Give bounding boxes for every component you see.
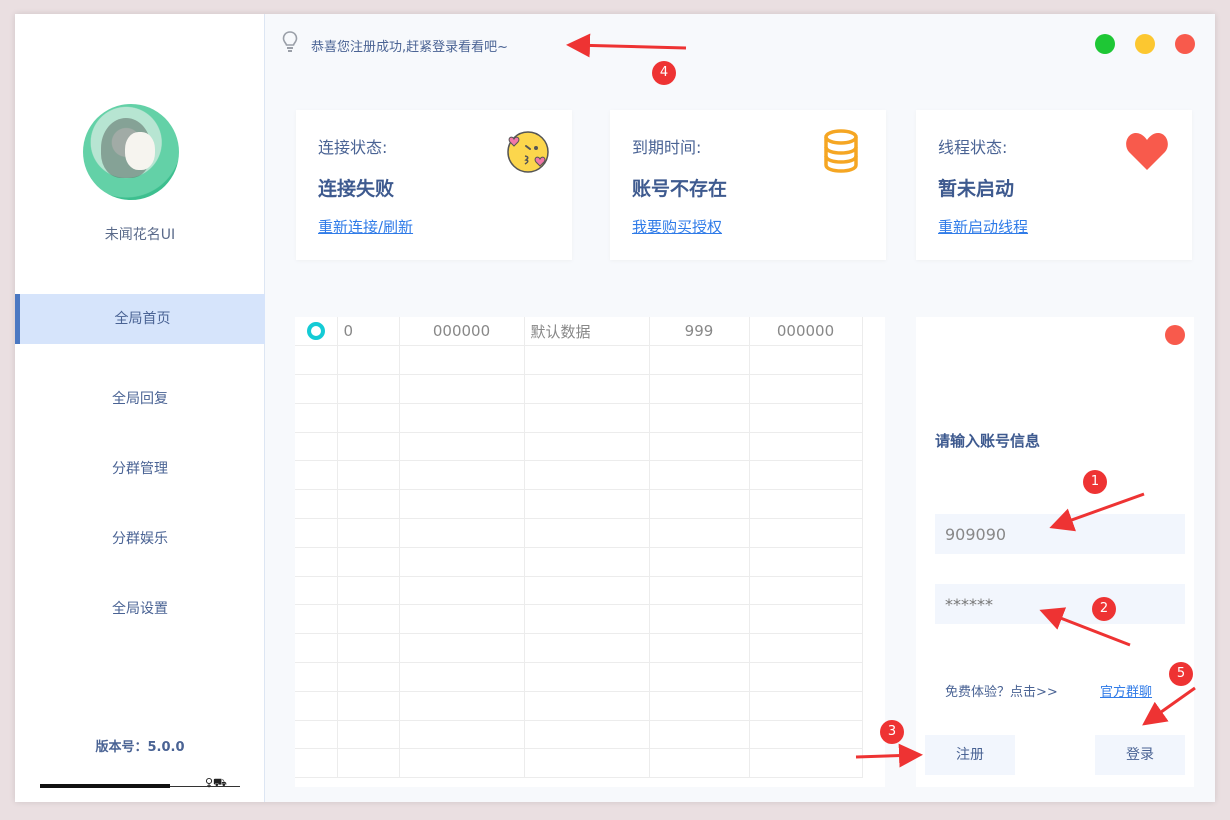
table-row [295,518,863,548]
table-row [295,547,863,577]
annotation-3: 3 [880,720,904,744]
login-close-button[interactable] [1165,325,1185,345]
annotation-2: 2 [1092,597,1116,621]
row-radio[interactable] [306,322,325,341]
connection-status-card: 连接状态: 连接失败 重新连接/刷新 [296,110,572,260]
login-title: 请输入账号信息 [935,432,1041,450]
table-row [295,345,863,376]
heart-icon [1126,133,1168,170]
free-trial-text[interactable]: 免费体验？点击>> [945,681,1058,700]
buy-license-link[interactable]: 我要购买授权 [632,216,722,237]
card-label: 线程状态: [938,138,1008,157]
table-row [295,460,863,491]
sidebar-item-home[interactable]: 全局首页 [15,294,265,344]
table-cell: 默认数据 [524,317,650,347]
data-table: 0 000000 默认数据 999 000000 [295,317,885,787]
card-value: 连接失败 [318,178,395,200]
thread-status-card: 线程状态: 暂未启动 重新启动线程 [916,110,1192,260]
sidebar-item-group-manage[interactable]: 分群管理 [15,444,265,494]
table-row [295,432,863,462]
annotation-4: 4 [652,61,676,85]
table-row [295,489,863,520]
login-button[interactable]: 登录 [1095,735,1185,775]
avatar[interactable] [83,104,179,200]
table-cell: 999 [649,317,750,347]
sidebar: 未闻花名UI 全局首页 全局回复 分群管理 分群娱乐 全局设置 版本号：5.0.… [15,14,265,802]
account-input[interactable] [935,514,1185,554]
table-row[interactable]: 0 000000 默认数据 999 000000 [295,317,863,347]
table-row [295,720,863,750]
username: 未闻花名UI [104,227,176,243]
reconnect-link[interactable]: 重新连接/刷新 [318,216,413,237]
close-button[interactable] [1175,34,1195,54]
table-row [295,748,863,779]
annotation-5: 5 [1169,662,1193,686]
register-button[interactable]: 注册 [925,735,1015,775]
minimize-button[interactable] [1135,34,1155,54]
table-row [295,604,863,635]
card-value: 账号不存在 [632,178,728,200]
app-window: 未闻花名UI 全局首页 全局回复 分群管理 分群娱乐 全局设置 版本号：5.0.… [15,14,1215,802]
database-icon [824,129,858,173]
card-label: 连接状态: [318,138,388,157]
table-row [295,633,863,664]
lightbulb-icon [282,31,298,52]
loading-ticker: ♀⛟ [40,776,240,790]
table-row [295,374,863,404]
login-panel: 请输入账号信息 免费体验？点击>> 官方群聊 注册 登录 [916,317,1194,787]
notice-text: 恭喜您注册成功,赶紧登录看看吧~ [311,40,509,55]
maximize-button[interactable] [1095,34,1115,54]
annotation-1: 1 [1083,470,1107,494]
expiry-time-card: 到期时间: 账号不存在 我要购买授权 [610,110,886,260]
password-input[interactable] [935,584,1185,624]
version-label: 版本号：5.0.0 [95,740,185,755]
restart-thread-link[interactable]: 重新启动线程 [938,216,1028,237]
card-value: 暂未启动 [938,178,1015,200]
cart-icon: ♀⛟ [205,776,227,789]
sidebar-item-reply[interactable]: 全局回复 [15,374,265,424]
table-cell: 0 [337,317,400,347]
table-row [295,576,863,606]
card-label: 到期时间: [632,138,702,157]
table-row [295,403,863,433]
table-row [295,662,863,692]
table-cell: 000000 [749,317,863,347]
sidebar-item-settings[interactable]: 全局设置 [15,584,265,634]
sidebar-item-group-fun[interactable]: 分群娱乐 [15,514,265,564]
table-cell: 000000 [399,317,525,347]
kiss-emoji-icon [507,131,549,173]
official-group-link[interactable]: 官方群聊 [1100,681,1152,700]
table-row [295,691,863,721]
